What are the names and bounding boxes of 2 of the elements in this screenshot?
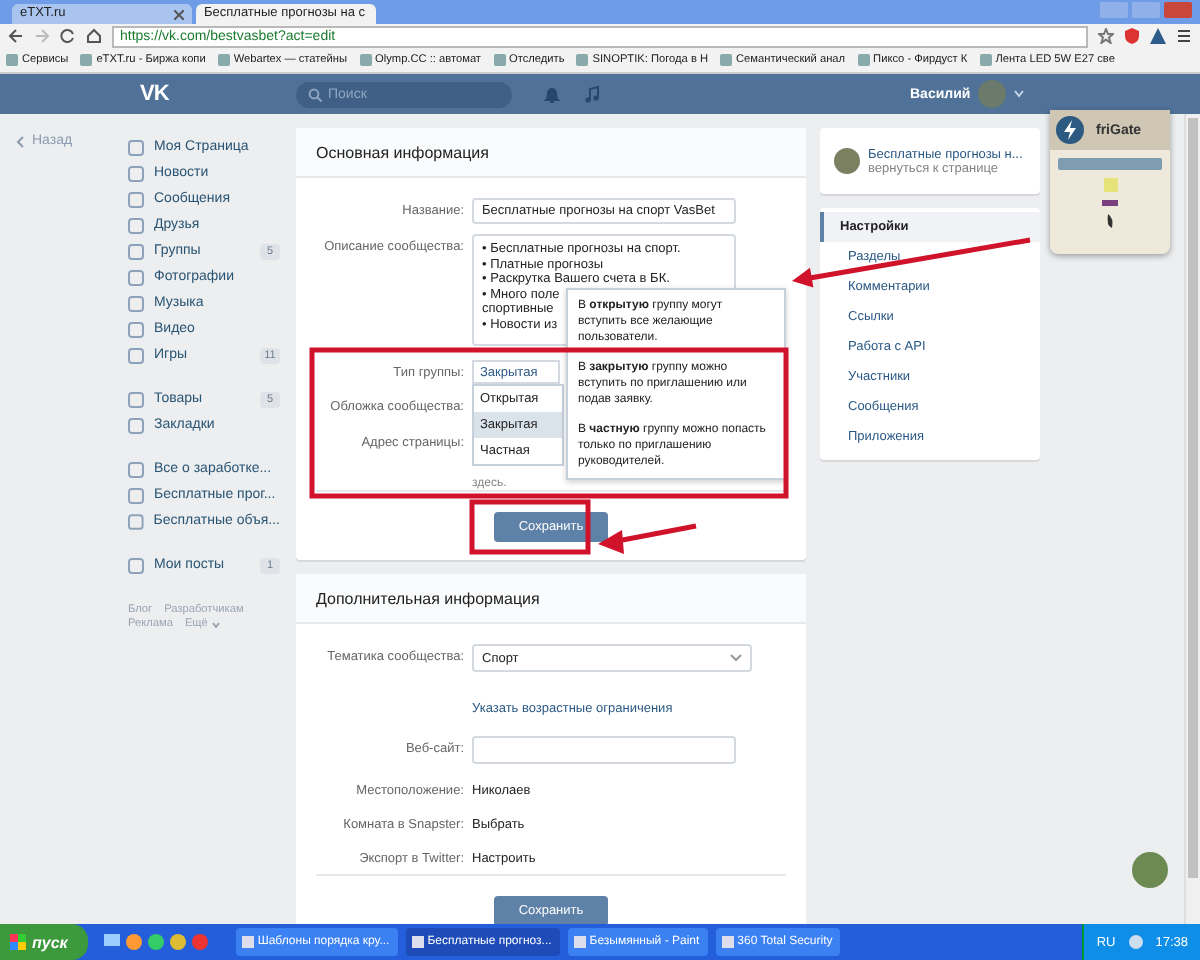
card-title: Дополнительная информация bbox=[296, 574, 806, 624]
card-title: Основная информация bbox=[296, 128, 806, 178]
